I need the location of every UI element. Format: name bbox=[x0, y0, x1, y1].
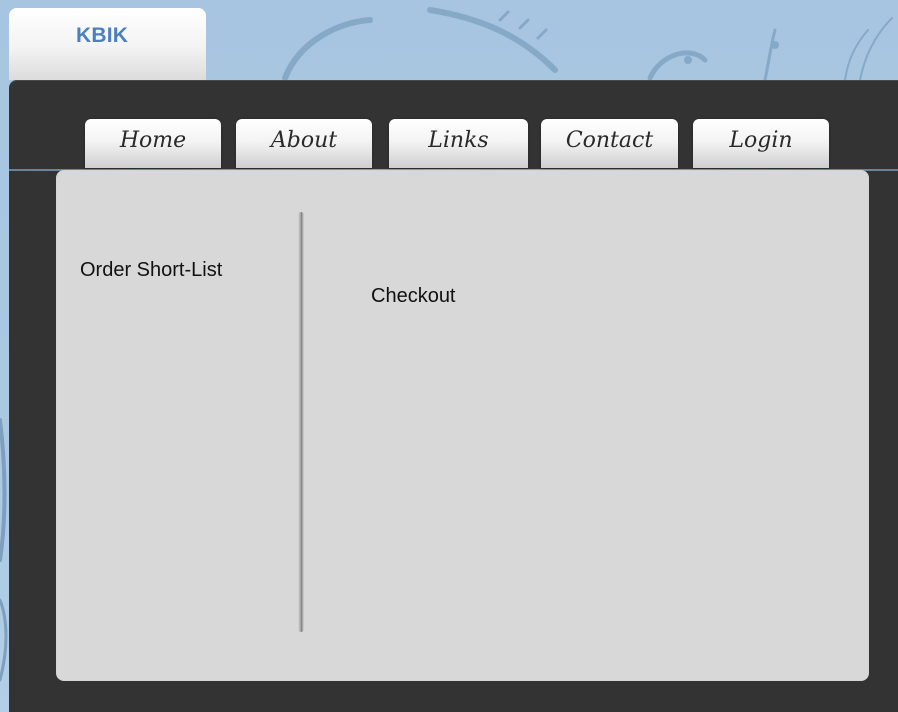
site-logo-text[interactable]: KBIK bbox=[76, 24, 128, 48]
nav-tab-login[interactable]: Login bbox=[693, 119, 829, 168]
content-panel bbox=[56, 170, 869, 681]
nav-tab-label: Contact bbox=[565, 128, 654, 153]
nav-tab-contact[interactable]: Contact bbox=[541, 119, 678, 168]
sidebar-content-divider bbox=[298, 212, 304, 632]
nav-tab-about[interactable]: About bbox=[236, 119, 372, 168]
nav-tab-links[interactable]: Links bbox=[389, 119, 528, 168]
page-root: KBIK Home About Links Contact Login Orde… bbox=[0, 0, 898, 712]
order-short-list-title: Order Short-List bbox=[80, 259, 223, 281]
nav-tab-label: Links bbox=[428, 128, 489, 153]
checkout-title: Checkout bbox=[371, 285, 456, 307]
logo-tab[interactable]: KBIK bbox=[9, 8, 206, 80]
nav-tab-home[interactable]: Home bbox=[85, 119, 221, 168]
nav-tab-label: Login bbox=[729, 128, 793, 153]
nav-tab-label: Home bbox=[119, 128, 187, 153]
nav-tab-label: About bbox=[270, 128, 338, 153]
